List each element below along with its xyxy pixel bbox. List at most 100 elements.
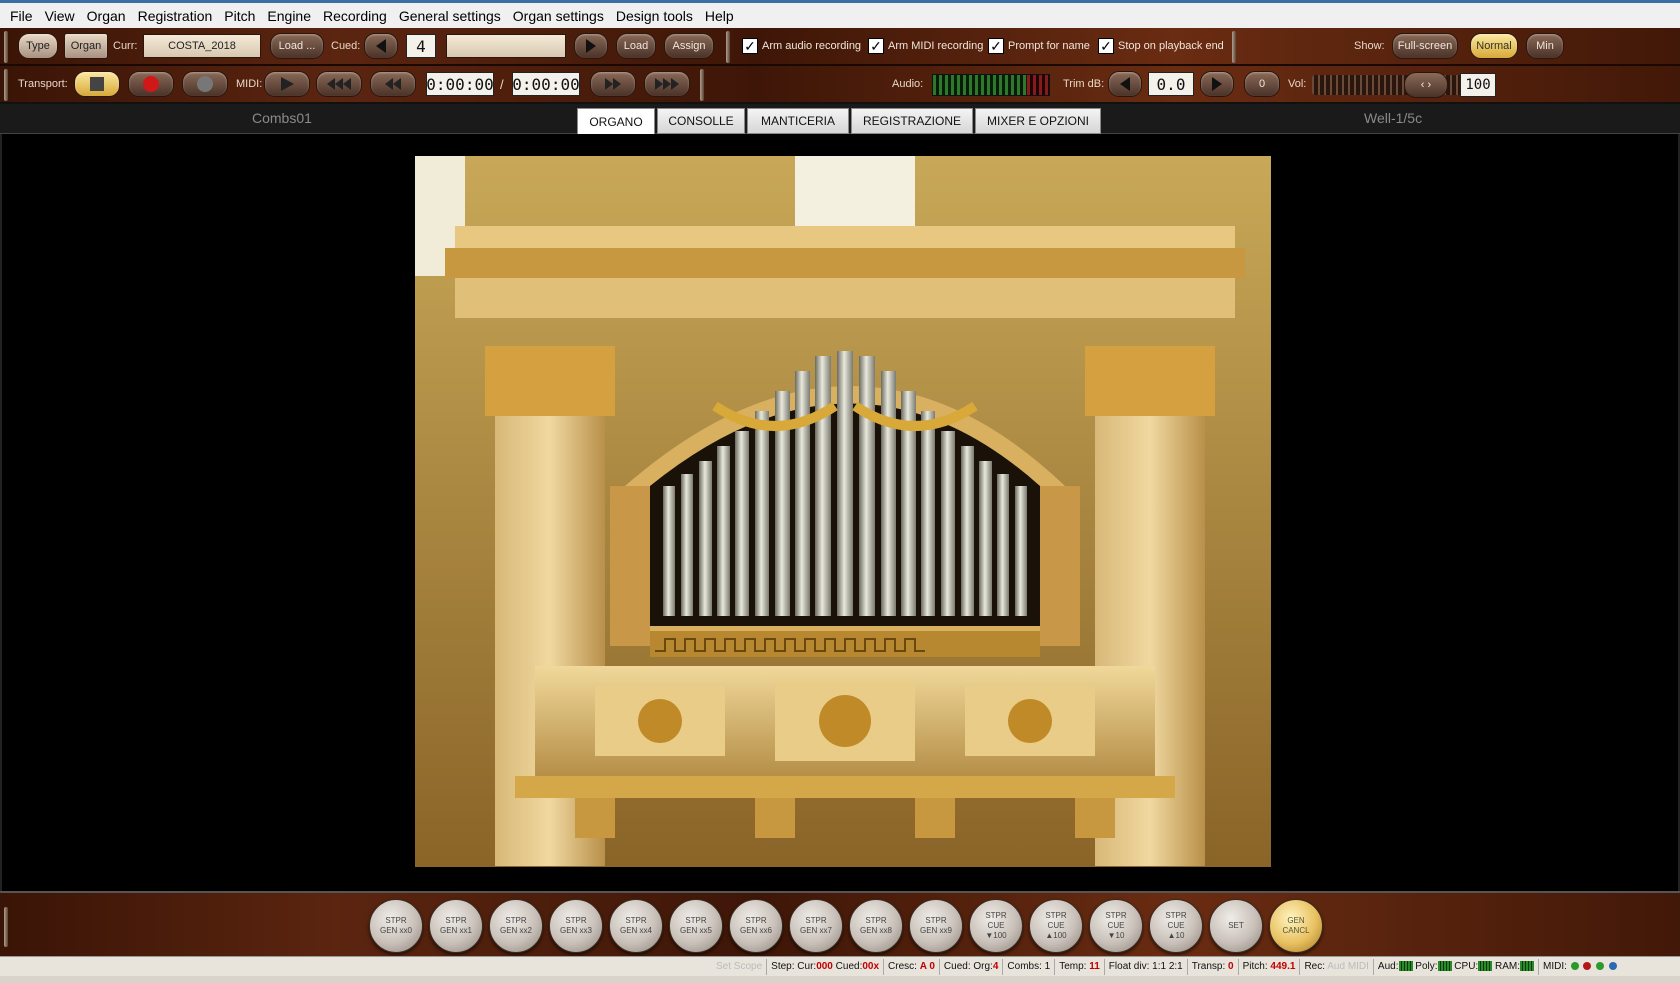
vol-label: Vol: [1288, 78, 1307, 90]
tab-registrazione[interactable]: REGISTRAZIONE [851, 108, 973, 134]
piston-8[interactable]: STPR GEN xx8 [849, 899, 903, 953]
menu-organ[interactable]: Organ [81, 5, 132, 27]
min-button[interactable]: Min [1526, 33, 1564, 59]
piston-label: STPR [1045, 911, 1067, 920]
piston-5[interactable]: STPR GEN xx5 [669, 899, 723, 953]
cued-name-field[interactable] [446, 34, 566, 58]
piston-15[interactable]: GEN CANCL [1269, 899, 1323, 953]
toolbar-separator [1232, 31, 1236, 63]
piston-9[interactable]: STPR GEN xx9 [909, 899, 963, 953]
fullscreen-button[interactable]: Full-screen [1392, 33, 1458, 59]
midi-status-label: MIDI: [1542, 960, 1567, 972]
menu-recording[interactable]: Recording [317, 5, 393, 27]
stop-playback-checkbox[interactable]: ✓ Stop on playback end [1098, 38, 1224, 54]
menu-view[interactable]: View [39, 5, 81, 27]
audio-level-meter [932, 74, 1050, 96]
slider-arrows-icon: ‹ › [1420, 79, 1432, 91]
piston-label: GEN xx9 [919, 926, 952, 935]
panel-tab-bar: Combs01 ORGANO CONSOLLE MANTICERIA REGIS… [0, 104, 1680, 135]
checkmark-icon: ✓ [868, 38, 884, 54]
time-separator: / [500, 77, 504, 92]
organ-button[interactable]: Organ [64, 33, 108, 59]
trim-reset-button[interactable]: 0 [1244, 71, 1280, 97]
organ-photo [415, 156, 1271, 867]
rec-label: Rec: [1304, 960, 1325, 972]
poly-meter [1437, 960, 1452, 971]
cued-next-button[interactable] [574, 33, 608, 59]
cued-prev-button[interactable] [364, 33, 398, 59]
menu-organ-settings[interactable]: Organ settings [507, 5, 610, 27]
stop-icon [90, 77, 104, 91]
menu-help[interactable]: Help [699, 5, 740, 27]
transp-status: Transp: 0 [1188, 958, 1239, 975]
play-button[interactable] [264, 71, 310, 97]
current-combination-field[interactable]: COSTA_2018 [143, 34, 261, 58]
arm-midi-checkbox[interactable]: ✓ Arm MIDI recording [868, 38, 983, 54]
ram-label: RAM: [1494, 960, 1520, 972]
rewind-start-button[interactable] [316, 71, 362, 97]
stop-button[interactable] [74, 71, 120, 97]
rewind-start-icon [327, 78, 351, 90]
arm-audio-checkbox[interactable]: ✓ Arm audio recording [742, 38, 861, 54]
piston-2[interactable]: STPR GEN xx2 [489, 899, 543, 953]
fast-forward-icon [605, 78, 621, 90]
trim-up-button[interactable] [1200, 71, 1234, 97]
perf-status: Aud: Poly: CPU: RAM: [1374, 958, 1539, 975]
piston-3[interactable]: STPR GEN xx3 [549, 899, 603, 953]
piston-13[interactable]: STPR CUE ▲10 [1149, 899, 1203, 953]
type-button[interactable]: Type [18, 33, 58, 59]
stop-playback-label: Stop on playback end [1118, 40, 1224, 52]
piston-7[interactable]: STPR GEN xx7 [789, 899, 843, 953]
cued-number[interactable]: 4 [406, 34, 436, 58]
menu-pitch[interactable]: Pitch [218, 5, 261, 27]
trim-down-button[interactable] [1108, 71, 1142, 97]
record-button[interactable] [128, 71, 174, 97]
piston-10[interactable]: STPR CUE ▼100 [969, 899, 1023, 953]
piston-14[interactable]: SET [1209, 899, 1263, 953]
piston-1[interactable]: STPR GEN xx1 [429, 899, 483, 953]
menu-registration[interactable]: Registration [132, 5, 219, 27]
prompt-name-checkbox[interactable]: ✓ Prompt for name [988, 38, 1090, 54]
set-scope-status[interactable]: Set Scope [712, 958, 768, 975]
fast-forward-button[interactable] [590, 71, 636, 97]
record-disabled-button[interactable] [182, 71, 228, 97]
volume-slider[interactable]: ‹ › [1312, 72, 1482, 98]
piston-label: GEN xx2 [499, 926, 532, 935]
show-label: Show: [1354, 40, 1385, 52]
piston-label: STPR [805, 916, 827, 925]
piston-12[interactable]: STPR CUE ▼10 [1089, 899, 1143, 953]
poly-label: Poly: [1415, 960, 1438, 972]
cued-label: Cued: [331, 40, 361, 52]
volume-slider-handle[interactable]: ‹ › [1404, 72, 1448, 98]
checkmark-icon: ✓ [988, 38, 1004, 54]
piston-0[interactable]: STPR GEN xx0 [369, 899, 423, 953]
tab-mixer-e-opzioni[interactable]: MIXER E OPZIONI [975, 108, 1101, 134]
tab-consolle[interactable]: CONSOLLE [657, 108, 745, 134]
piston-label: GEN [1287, 916, 1305, 925]
window-bottom-edge [0, 976, 1680, 983]
prompt-name-label: Prompt for name [1008, 40, 1090, 52]
piston-4[interactable]: STPR GEN xx4 [609, 899, 663, 953]
load-button[interactable]: Load [616, 33, 656, 59]
piston-label: STPR [985, 911, 1007, 920]
step-cued-label: Cued: [835, 960, 863, 972]
forward-end-button[interactable] [644, 71, 690, 97]
piston-6[interactable]: STPR GEN xx6 [729, 899, 783, 953]
tab-organo[interactable]: ORGANO [577, 108, 655, 135]
trim-value[interactable]: 0.0 [1148, 72, 1194, 96]
menu-general-settings[interactable]: General settings [393, 5, 507, 27]
toolbar-combinations: Type Organ Curr: COSTA_2018 Load ... Cue… [0, 28, 1680, 66]
piston-11[interactable]: STPR CUE ▲100 [1029, 899, 1083, 953]
assign-button[interactable]: Assign [664, 33, 714, 59]
load-dots-button[interactable]: Load ... [270, 33, 324, 59]
tab-manticeria[interactable]: MANTICERIA [747, 108, 849, 134]
play-icon [281, 77, 294, 91]
normal-button[interactable]: Normal [1470, 33, 1518, 59]
rewind-button[interactable] [370, 71, 416, 97]
menu-engine[interactable]: Engine [261, 5, 317, 27]
menu-file[interactable]: File [4, 5, 39, 27]
volume-value[interactable]: 100 [1460, 73, 1496, 97]
temperament-name: Well-1/5c [1364, 110, 1423, 126]
menu-design-tools[interactable]: Design tools [610, 5, 699, 27]
piston-label: ▼10 [1107, 931, 1125, 940]
